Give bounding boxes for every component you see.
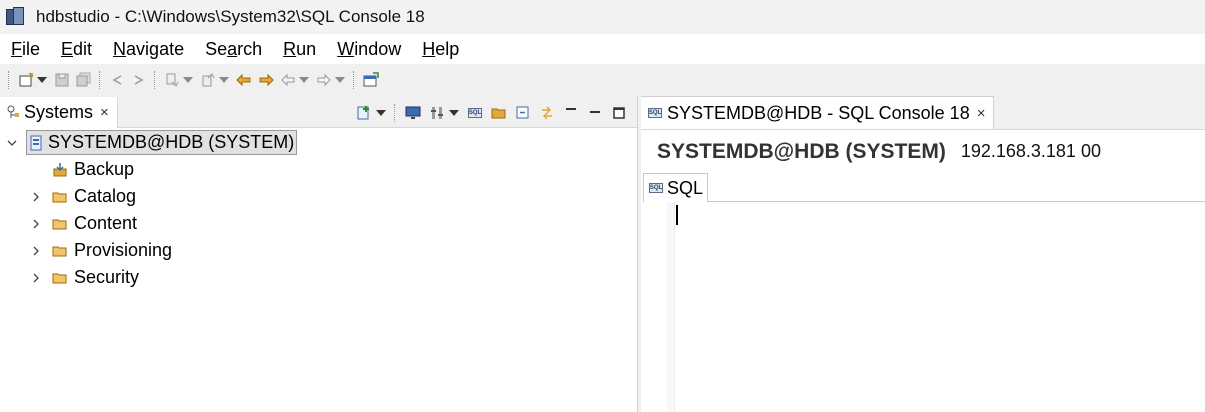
toolbar-separator xyxy=(394,103,397,122)
sql-console-icon: SQL xyxy=(648,108,662,118)
configure-icon[interactable] xyxy=(428,104,446,122)
tab-sql-label: SQL xyxy=(667,177,704,198)
collapse-all-icon[interactable] xyxy=(514,104,532,122)
chevron-right-icon[interactable] xyxy=(30,191,42,203)
chevron-down-icon[interactable] xyxy=(6,137,18,149)
forward-arrow-icon[interactable] xyxy=(315,71,333,89)
last-edit-location-icon[interactable] xyxy=(235,71,253,89)
menu-run[interactable]: Run xyxy=(283,39,316,60)
backup-icon xyxy=(53,162,67,176)
editor-tab-bar: SQL SYSTEMDB@HDB - SQL Console 18 × xyxy=(641,96,1205,130)
tree-item-backup[interactable]: Backup xyxy=(0,156,637,183)
toolbar-separator xyxy=(353,71,356,89)
open-folder-icon[interactable] xyxy=(490,104,508,122)
configure-dropdown-icon[interactable] xyxy=(449,104,459,122)
close-icon[interactable]: × xyxy=(100,104,109,121)
editor-gutter xyxy=(667,202,675,412)
title-bar: hdbstudio - C:\Windows\System32\SQL Cons… xyxy=(0,0,1205,34)
maximize-icon[interactable] xyxy=(610,104,628,122)
add-system-icon[interactable] xyxy=(355,104,373,122)
prev-annotation-icon[interactable] xyxy=(199,71,217,89)
tab-sql-console-label: SYSTEMDB@HDB - SQL Console 18 xyxy=(667,102,970,123)
menu-navigate[interactable]: Navigate xyxy=(113,39,184,60)
tree-item-content[interactable]: Content xyxy=(0,210,637,237)
folder-icon xyxy=(52,273,67,283)
add-system-dropdown-icon[interactable] xyxy=(376,104,386,122)
system-icon xyxy=(30,135,42,150)
tab-systems-label: Systems xyxy=(24,101,94,122)
tree-item-security[interactable]: Security xyxy=(0,264,637,291)
link-with-editor-icon[interactable] xyxy=(538,104,556,122)
forward-location-icon[interactable] xyxy=(257,71,275,89)
close-icon[interactable]: × xyxy=(977,105,986,122)
text-caret xyxy=(676,205,678,225)
systems-view: Systems × SQL SYSTEMDB@HDB (SYSTEM) Back… xyxy=(0,96,638,412)
tree-item-provisioning[interactable]: Provisioning xyxy=(0,237,637,264)
chevron-right-icon[interactable] xyxy=(30,245,42,257)
prev-annotation-dropdown-icon[interactable] xyxy=(219,71,229,89)
tree-item-catalog[interactable]: Catalog xyxy=(0,183,637,210)
forward-edit-icon[interactable] xyxy=(130,71,148,89)
tab-sql-console[interactable]: SQL SYSTEMDB@HDB - SQL Console 18 × xyxy=(641,96,995,129)
menu-window[interactable]: Window xyxy=(337,39,401,60)
back-arrow-icon[interactable] xyxy=(279,71,297,89)
app-icon xyxy=(6,7,26,27)
connection-host: 192.168.3.181 00 xyxy=(960,141,1101,161)
tree-root-selection[interactable]: SYSTEMDB@HDB (SYSTEM) xyxy=(26,130,298,155)
toolbar-separator xyxy=(99,71,102,89)
systems-view-actions: SQL xyxy=(352,97,631,128)
toolbar-separator xyxy=(154,71,157,89)
menu-file[interactable]: File xyxy=(11,39,40,60)
connection-title: SYSTEMDB@HDB (SYSTEM) xyxy=(657,139,946,163)
window-title: hdbstudio - C:\Windows\System32\SQL Cons… xyxy=(36,7,425,26)
view-menu-icon[interactable] xyxy=(562,104,580,122)
menu-search[interactable]: Search xyxy=(205,39,262,60)
menu-bar: File Edit Navigate Search Run Window Hel… xyxy=(0,34,1205,64)
open-perspective-icon[interactable] xyxy=(362,71,380,89)
sql-console-editor: SQL SYSTEMDB@HDB - SQL Console 18 × SYST… xyxy=(641,96,1205,412)
chevron-right-icon[interactable] xyxy=(30,218,42,230)
back-dropdown-icon[interactable] xyxy=(299,71,309,89)
toolbar-grip[interactable] xyxy=(8,71,11,89)
menu-help[interactable]: Help xyxy=(422,39,459,60)
forward-dropdown-icon[interactable] xyxy=(335,71,345,89)
folder-icon xyxy=(52,192,67,202)
systems-tree: SYSTEMDB@HDB (SYSTEM) Backup Catalog Con… xyxy=(0,128,637,291)
systems-icon xyxy=(7,105,19,118)
folder-icon xyxy=(52,246,67,256)
tree-root-label: SYSTEMDB@HDB (SYSTEM) xyxy=(48,132,295,152)
tab-sql[interactable]: SQL SQL xyxy=(643,173,709,202)
save-all-icon[interactable] xyxy=(75,71,93,89)
systems-view-header: Systems × SQL xyxy=(0,96,637,128)
sql-console-icon[interactable]: SQL xyxy=(466,104,484,122)
next-annotation-dropdown-icon[interactable] xyxy=(183,71,193,89)
save-icon[interactable] xyxy=(53,71,71,89)
sql-icon: SQL xyxy=(649,183,663,193)
chevron-right-icon[interactable] xyxy=(30,272,42,284)
new-dropdown-icon[interactable] xyxy=(37,71,47,89)
tree-root-row[interactable]: SYSTEMDB@HDB (SYSTEM) xyxy=(0,129,637,156)
monitor-icon[interactable] xyxy=(404,104,422,122)
tab-systems[interactable]: Systems × xyxy=(0,96,118,128)
connection-info: SYSTEMDB@HDB (SYSTEM) 192.168.3.181 00 xyxy=(641,130,1205,173)
back-edit-icon[interactable] xyxy=(108,71,126,89)
next-annotation-icon[interactable] xyxy=(163,71,181,89)
folder-icon xyxy=(52,219,67,229)
main-toolbar xyxy=(0,64,1205,96)
minimize-icon[interactable] xyxy=(586,104,604,122)
sql-subtab-bar: SQL SQL xyxy=(643,173,1205,202)
menu-edit[interactable]: Edit xyxy=(61,39,92,60)
new-icon[interactable] xyxy=(17,71,35,89)
sql-editor-textarea[interactable] xyxy=(641,202,1205,412)
